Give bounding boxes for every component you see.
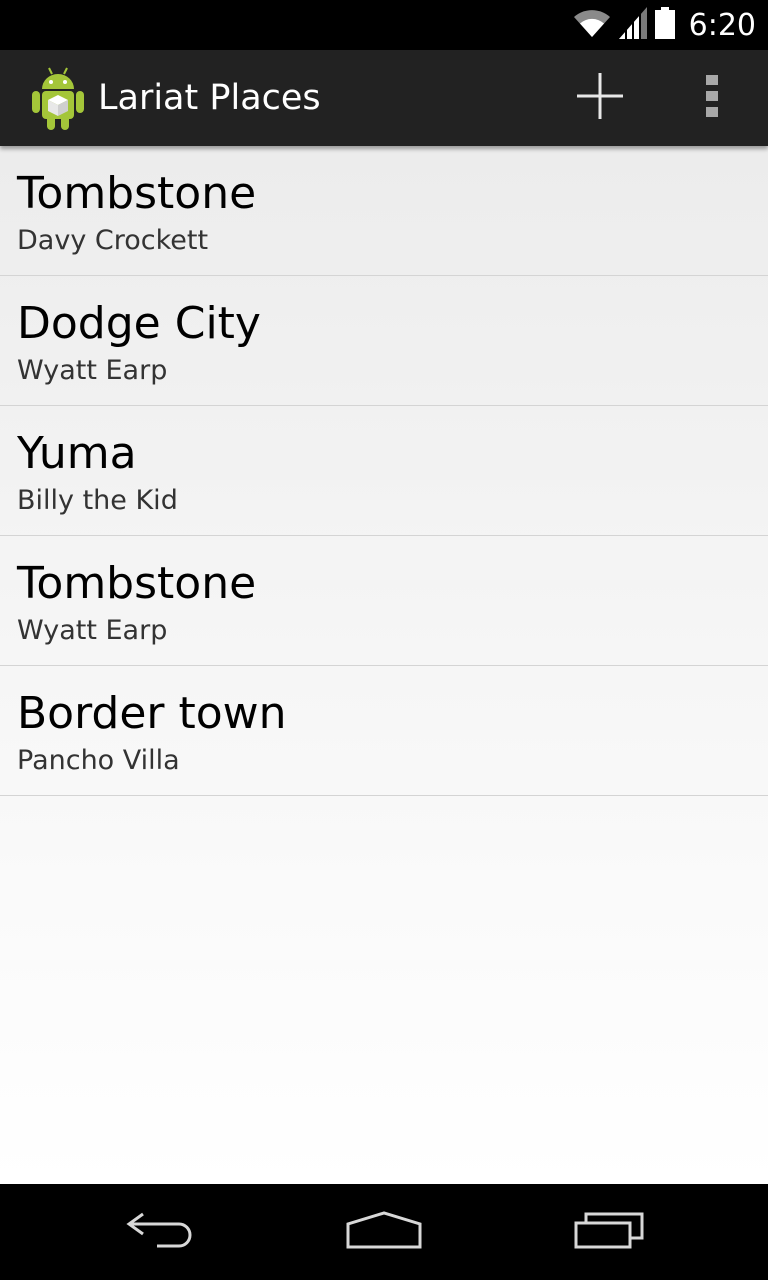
home-icon	[346, 1210, 422, 1255]
add-button[interactable]	[564, 62, 636, 134]
navigation-bar	[0, 1184, 768, 1280]
signal-icon	[618, 6, 647, 44]
overflow-menu-button[interactable]	[680, 62, 744, 134]
places-list: Tombstone Davy Crockett Dodge City Wyatt…	[0, 146, 768, 796]
place-name: Tombstone	[17, 168, 257, 219]
list-item[interactable]: Yuma Billy the Kid	[0, 406, 768, 536]
place-person: Wyatt Earp	[17, 355, 168, 386]
place-name: Dodge City	[17, 298, 261, 349]
place-person: Davy Crockett	[17, 225, 209, 256]
list-item[interactable]: Dodge City Wyatt Earp	[0, 276, 768, 406]
more-vertical-icon	[706, 74, 718, 122]
app-title: Lariat Places	[98, 78, 321, 118]
recent-apps-icon	[574, 1210, 646, 1255]
place-person: Billy the Kid	[17, 485, 178, 516]
place-person: Pancho Villa	[17, 745, 180, 776]
back-button[interactable]	[112, 1202, 208, 1262]
plus-icon	[575, 71, 625, 126]
wifi-icon	[573, 8, 611, 43]
list-item[interactable]: Tombstone Davy Crockett	[0, 146, 768, 276]
place-person: Wyatt Earp	[17, 615, 168, 646]
status-icons: 6:20	[573, 0, 756, 50]
place-name: Tombstone	[17, 558, 257, 609]
place-name: Border town	[17, 688, 287, 739]
android-robot-icon[interactable]	[28, 64, 88, 132]
list-item[interactable]: Border town Pancho Villa	[0, 666, 768, 796]
status-bar: 6:20	[0, 0, 768, 50]
status-time: 6:20	[688, 7, 756, 43]
place-name: Yuma	[17, 428, 137, 479]
list-item[interactable]: Tombstone Wyatt Earp	[0, 536, 768, 666]
places-list-container: Tombstone Davy Crockett Dodge City Wyatt…	[0, 146, 768, 1184]
back-icon	[125, 1210, 195, 1255]
recent-apps-button[interactable]	[562, 1202, 658, 1262]
battery-icon	[654, 6, 675, 44]
home-button[interactable]	[336, 1202, 432, 1262]
action-bar: Lariat Places	[0, 50, 768, 146]
